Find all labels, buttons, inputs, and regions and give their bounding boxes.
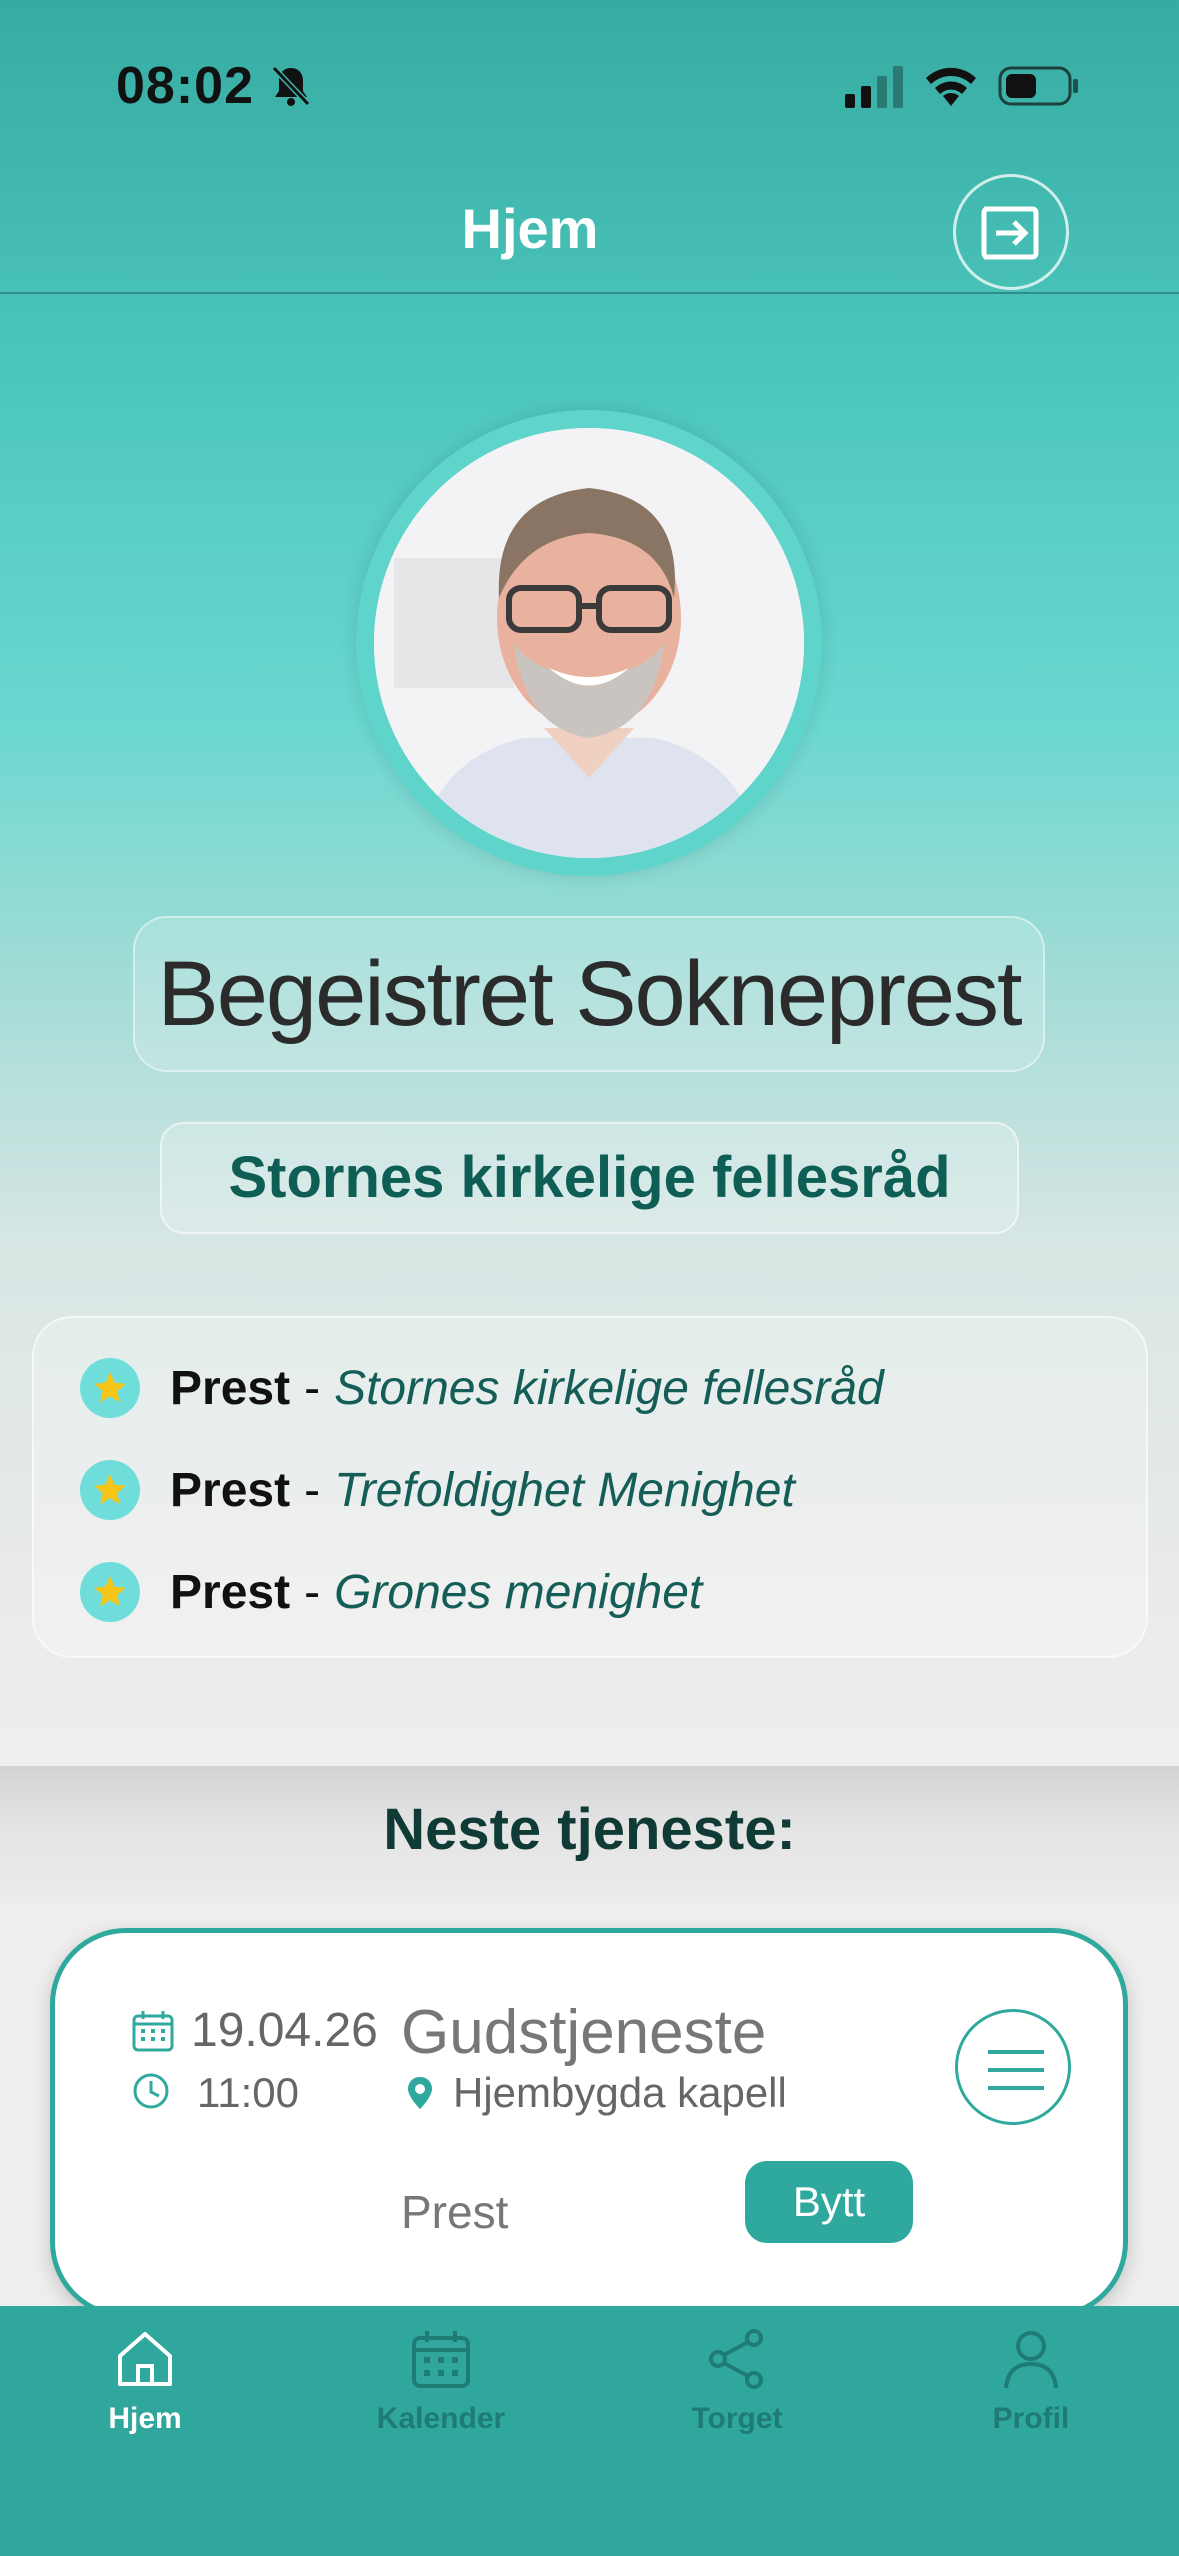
- service-time: 11:00: [197, 2069, 299, 2116]
- list-item: Prest - Stornes kirkelige fellesråd: [80, 1358, 884, 1418]
- profile-photo: [374, 428, 804, 858]
- calendar-icon: [412, 2331, 470, 2388]
- tab-torget[interactable]: Torget: [627, 2328, 847, 2436]
- tab-bar: Hjem Kalender Torget Profil: [0, 2306, 1179, 2556]
- role-separator: -: [304, 1463, 321, 1517]
- service-name: Gudstjeneste: [401, 1998, 767, 2067]
- app-header: Hjem: [0, 170, 1179, 294]
- tab-profil[interactable]: Profil: [921, 2328, 1141, 2436]
- tab-hjem[interactable]: Hjem: [35, 2328, 255, 2436]
- cellular-signal-icon: [845, 66, 903, 108]
- profile-name-box: Begeistret Sokneprest: [133, 916, 1045, 1072]
- profile-name: Begeistret Sokneprest: [157, 943, 1022, 1045]
- tab-label: Hjem: [108, 2402, 182, 2435]
- role-organization: Grones menighet: [334, 1565, 703, 1619]
- next-service-heading: Neste tjeneste:: [383, 1797, 796, 1862]
- service-location: Hjembygda kapell: [453, 2069, 787, 2116]
- logout-icon: [981, 206, 1039, 260]
- star-icon: [80, 1562, 140, 1622]
- service-date: 19.04.26: [191, 2004, 378, 2057]
- star-icon: [80, 1460, 140, 1520]
- calendar-icon: [132, 2011, 174, 2052]
- battery-icon: [998, 66, 1078, 106]
- location-pin-icon: [408, 2077, 432, 2109]
- profile-photo-frame: [356, 410, 822, 876]
- home-icon: [118, 2332, 172, 2386]
- user-icon: [1004, 2331, 1058, 2389]
- list-item: Prest - Trefoldighet Menighet: [80, 1460, 795, 1520]
- service-role: Prest: [401, 2186, 509, 2238]
- avatar[interactable]: [374, 428, 804, 858]
- role-organization: Trefoldighet Menighet: [334, 1463, 795, 1517]
- organization-name: Stornes kirkelige fellesråd: [228, 1145, 951, 1210]
- status-time: 08:02: [116, 57, 254, 115]
- menu-icon: [988, 2050, 1044, 2090]
- tab-label: Torget: [691, 2402, 783, 2435]
- swap-button[interactable]: Bytt: [745, 2161, 913, 2243]
- wifi-icon: [926, 67, 976, 106]
- role-title: Prest: [170, 1565, 291, 1619]
- roles-list: Prest - Stornes kirkelige fellesråd Pres…: [32, 1316, 1148, 1658]
- clock-icon: [133, 2073, 169, 2109]
- role-separator: -: [304, 1565, 321, 1619]
- organization-box: Stornes kirkelige fellesråd: [160, 1122, 1019, 1234]
- service-menu-button[interactable]: [955, 2009, 1071, 2125]
- list-item: Prest - Grones menighet: [80, 1562, 702, 1622]
- logout-button[interactable]: [953, 174, 1069, 290]
- tab-label: Kalender: [376, 2402, 506, 2435]
- star-icon: [80, 1358, 140, 1418]
- tab-kalender[interactable]: Kalender: [331, 2328, 551, 2436]
- role-title: Prest: [170, 1361, 291, 1415]
- role-title: Prest: [170, 1463, 291, 1517]
- status-bar: 08:02: [0, 0, 1179, 170]
- share-icon: [709, 2329, 763, 2389]
- page-title: Hjem: [461, 197, 599, 260]
- role-separator: -: [304, 1361, 321, 1415]
- role-organization: Stornes kirkelige fellesråd: [334, 1361, 884, 1415]
- tab-label: Profil: [992, 2402, 1070, 2435]
- service-card[interactable]: 19.04.26 11:00 Gudstjeneste Hjembygda ka…: [50, 1928, 1128, 2318]
- bell-muted-icon: [271, 65, 311, 107]
